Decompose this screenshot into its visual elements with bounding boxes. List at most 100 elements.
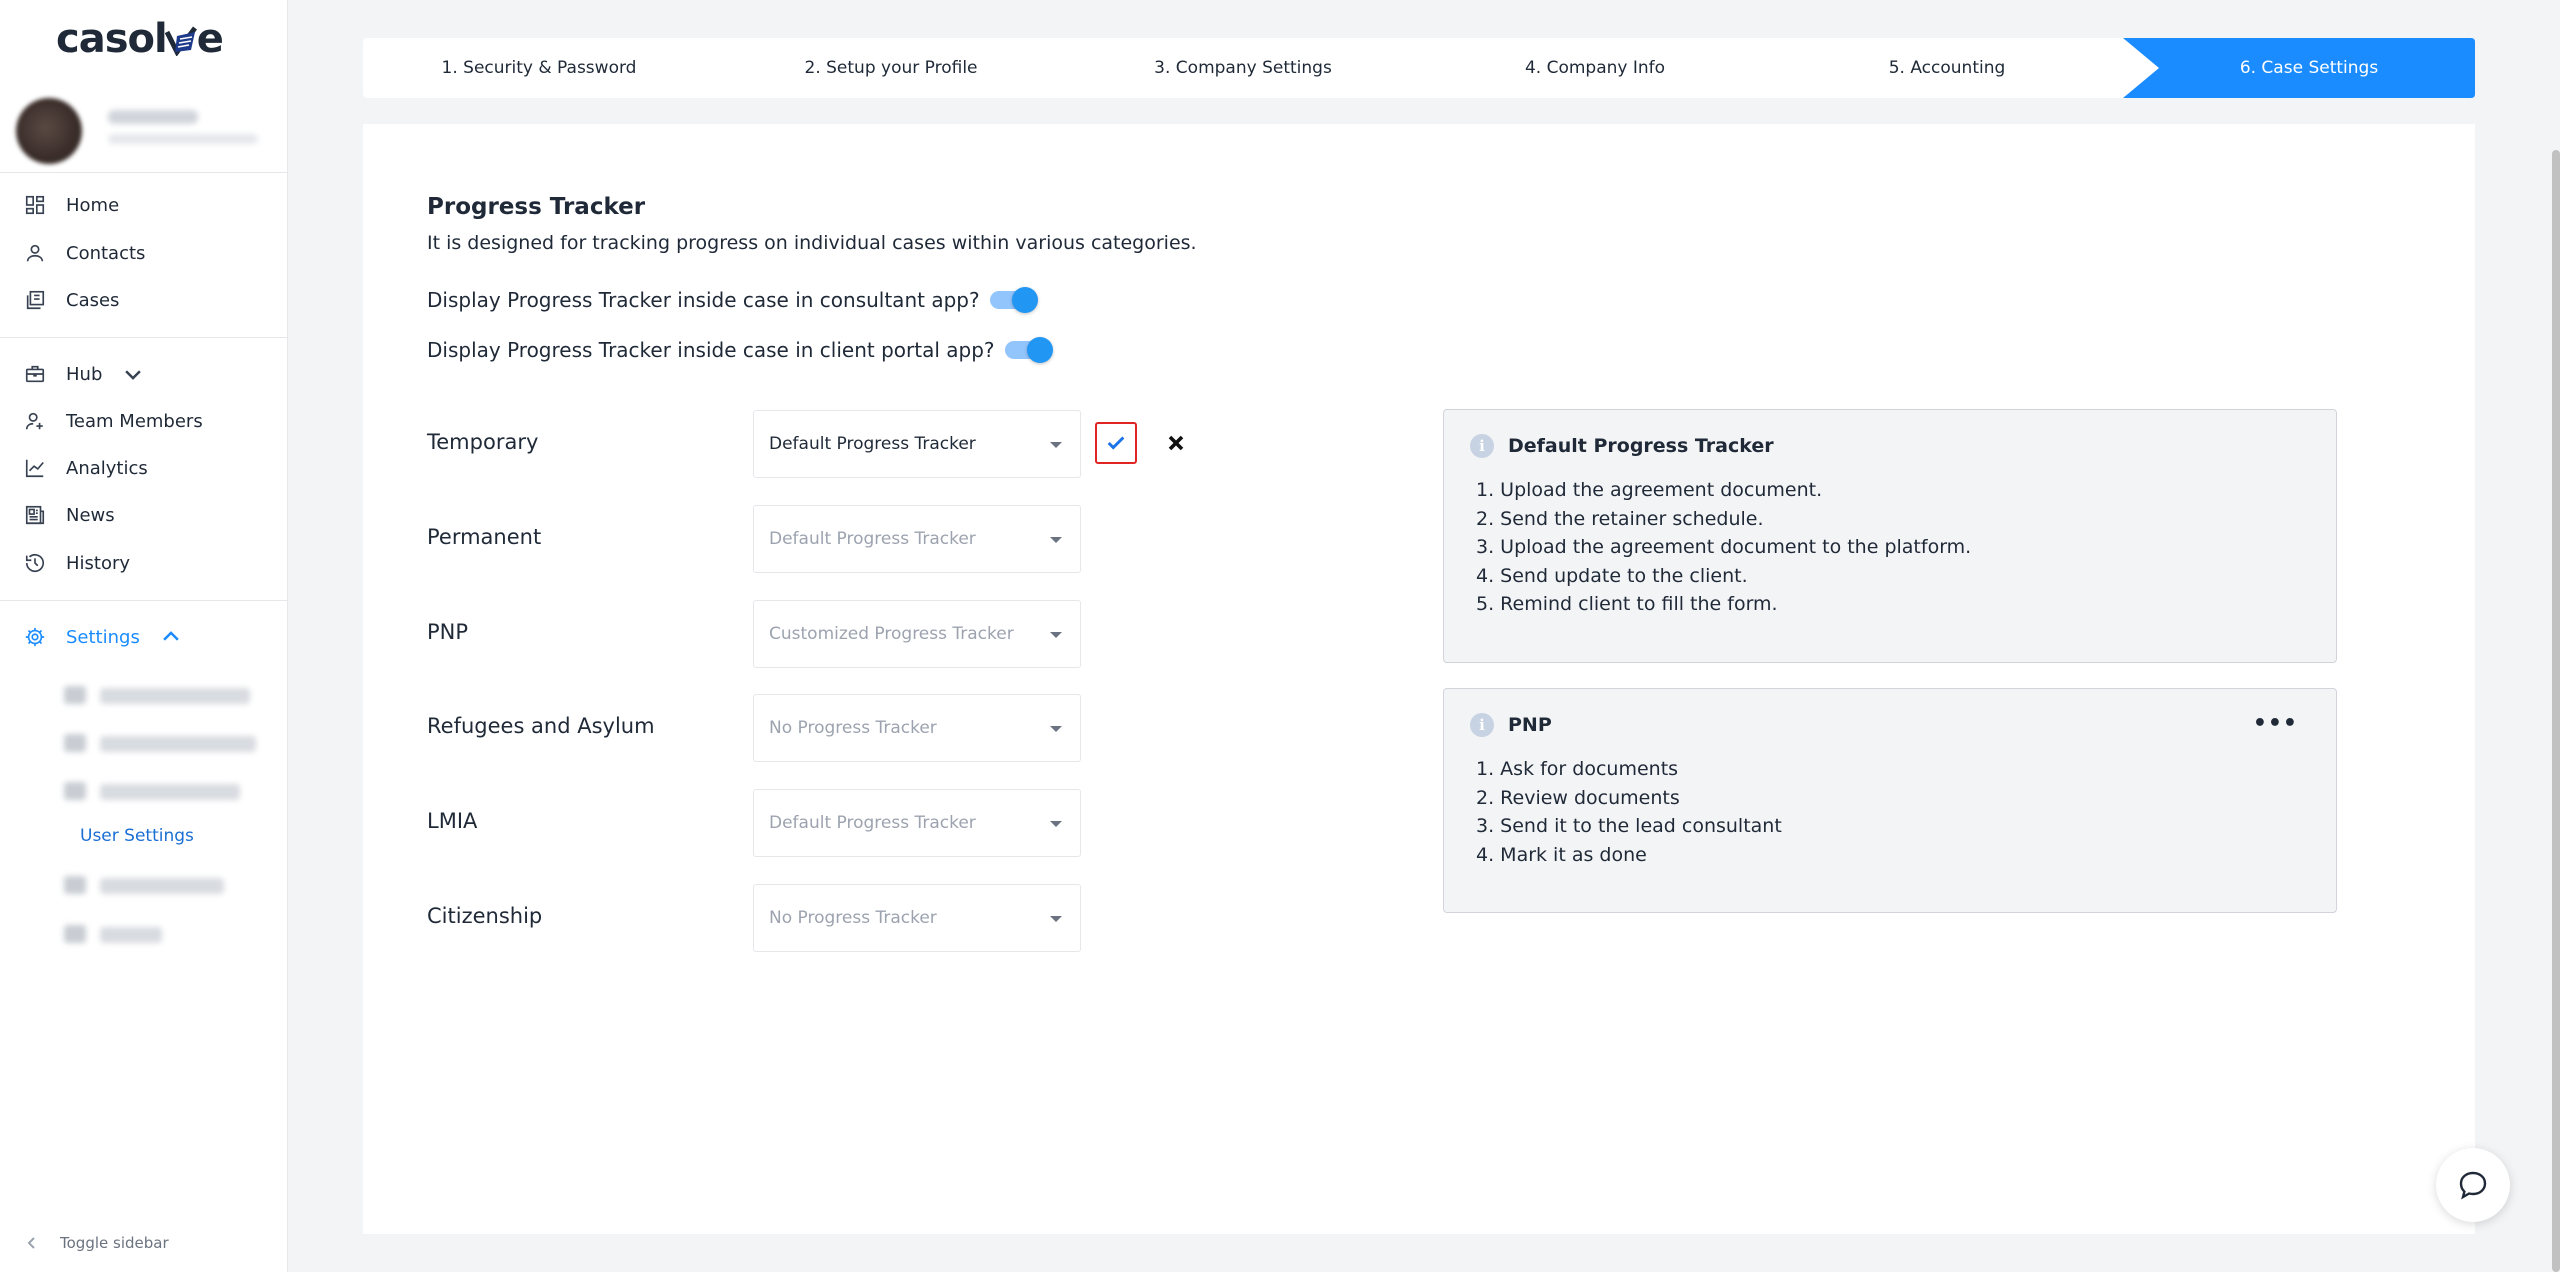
case-label-permanent: Permanent [427,525,542,549]
case-label-citizenship: Citizenship [427,904,543,928]
list-item: 1. Ask for documents [1476,758,1679,780]
client-portal-toggle[interactable] [1004,337,1053,363]
settings-subitem-user-settings[interactable]: User Settings [80,826,194,846]
step-security-password[interactable]: 1. Security & Password [363,38,715,98]
tracker-select-temporary[interactable]: Default Progress Tracker [753,410,1081,478]
chevron-down-icon[interactable] [122,363,144,385]
tracker-steps-list: 1. Ask for documents 2. Review documents… [1476,755,1782,869]
avatar [16,98,82,164]
list-item: 4. Send update to the client. [1476,564,1748,587]
toggle-knob [1026,337,1053,363]
step-company-settings[interactable]: 3. Company Settings [1067,38,1419,98]
caret-down-icon [1050,916,1062,922]
check-icon [1107,436,1125,450]
settings-subitem-blurred[interactable] [100,688,250,704]
nav-home-label: Home [66,194,120,216]
gear-icon [25,627,45,647]
settings-subitem-blurred[interactable] [100,784,240,800]
briefcase-icon [25,365,45,383]
step-setup-profile[interactable]: 2. Setup your Profile [715,38,1067,98]
history-icon [25,554,45,573]
tracker-steps-list: 1. Upload the agreement document. 2. Sen… [1476,476,1971,619]
toggle-knob [1011,287,1038,313]
tracker-select-citizenship[interactable]: No Progress Tracker [753,884,1081,952]
nav-home[interactable]: Home [24,189,119,221]
step-company-info[interactable]: 4. Company Info [1419,38,1771,98]
chevron-up-icon[interactable] [160,626,182,648]
team-icon [25,412,43,430]
caret-down-icon [1050,442,1062,448]
progress-tracker-description: It is designed for tracking progress on … [427,232,1197,254]
consultant-app-toggle-row: Display Progress Tracker inside case in … [427,287,1038,313]
info-icon: i [1470,713,1494,737]
case-settings-panel: Progress Tracker It is designed for trac… [363,124,2475,1234]
nav-hub-label: Hub [66,363,103,385]
tracker-select-value: No Progress Tracker [769,718,937,738]
cancel-button[interactable] [1163,430,1189,456]
user-icon [26,244,44,262]
tracker-select-pnp[interactable]: Customized Progress Tracker [753,600,1081,668]
nav-team-members[interactable]: Team Members [24,405,203,437]
consultant-app-toggle[interactable] [989,287,1038,313]
news-icon [25,505,45,525]
brand-logo[interactable]: casol e [56,16,224,62]
step-accounting[interactable]: 5. Accounting [1771,38,2123,98]
step-case-settings[interactable]: 6. Case Settings [2123,38,2475,98]
chevron-left-icon [27,1237,35,1249]
list-item: 5. Remind client to fill the form. [1476,593,1778,615]
caret-down-icon [1050,632,1062,638]
user-profile[interactable] [16,92,272,164]
chat-support-button[interactable] [2436,1148,2510,1222]
tracker-select-permanent[interactable]: Default Progress Tracker [753,505,1081,573]
list-item: 3. Send it to the lead consultant [1476,815,1782,837]
toggle-sidebar-button[interactable]: Toggle sidebar [24,1234,169,1252]
setup-stepper: 1. Security & Password 2. Setup your Pro… [363,38,2475,98]
settings-subitem-blurred[interactable] [100,736,256,752]
nav-news-label: News [66,504,115,526]
page-scrollbar[interactable] [2552,150,2560,1272]
sidebar: casol e Home Contacts Cases Hub Team Memb… [0,0,288,1272]
nav-hub[interactable]: Hub [24,358,144,390]
nav-team-members-label: Team Members [66,410,203,432]
nav-news[interactable]: News [24,499,115,531]
list-item: 3. Upload the agreement document to the … [1476,536,1972,558]
confirm-button[interactable] [1095,422,1137,464]
nav-contacts[interactable]: Contacts [24,237,145,269]
step-case-settings-label: 6. Case Settings [2239,58,2379,78]
tracker-select-value: Default Progress Tracker [769,813,976,833]
caret-down-icon [1050,726,1062,732]
nav-cases[interactable]: Cases [24,284,119,316]
client-portal-toggle-row: Display Progress Tracker inside case in … [427,337,1053,363]
settings-subitem-blurred-icon [64,782,86,800]
list-item: 1. Upload the agreement document. [1476,479,1823,501]
tracker-select-value: Default Progress Tracker [769,434,976,454]
settings-subitem-blurred[interactable] [100,878,224,894]
list-item: 4. Mark it as done [1476,843,1647,866]
caret-down-icon [1050,821,1062,827]
case-label-lmia: LMIA [427,809,478,833]
list-item: 2. Send the retainer schedule. [1476,507,1764,530]
info-card-header: i Default Progress Tracker [1470,434,1774,458]
tracker-select-lmia[interactable]: Default Progress Tracker [753,789,1081,857]
caret-down-icon [1050,537,1062,543]
close-icon [1168,435,1184,451]
nav-history[interactable]: History [24,547,130,579]
info-icon: i [1470,434,1494,458]
tracker-select-refugees-asylum[interactable]: No Progress Tracker [753,694,1081,762]
client-portal-toggle-label: Display Progress Tracker inside case in … [427,338,995,362]
logo-check-icon [164,26,197,56]
settings-subitem-blurred[interactable] [100,927,162,943]
nav-analytics[interactable]: Analytics [24,452,148,484]
case-label-pnp: PNP [427,620,469,644]
tracker-select-value: No Progress Tracker [769,908,937,928]
tracker-select-value: Default Progress Tracker [769,529,976,549]
toggle-sidebar-label: Toggle sidebar [60,1234,169,1252]
list-item: 2. Review documents [1476,786,1680,809]
info-card-title: Default Progress Tracker [1508,435,1774,457]
nav-settings[interactable]: Settings [24,621,182,653]
more-options-button[interactable]: ••• [2253,713,2298,735]
nav-analytics-label: Analytics [66,457,148,479]
info-card-default-tracker: i Default Progress Tracker 1. Upload the… [1443,409,2337,663]
consultant-app-toggle-label: Display Progress Tracker inside case in … [427,288,980,312]
nav-settings-label: Settings [66,626,140,648]
